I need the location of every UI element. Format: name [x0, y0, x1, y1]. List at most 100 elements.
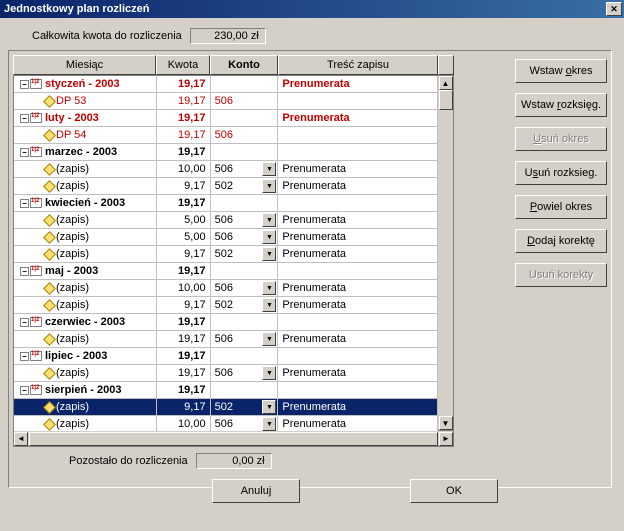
amount-cell[interactable]: 19,17	[157, 365, 211, 382]
group-row[interactable]: − styczeń - 200319,17 Prenumerata	[14, 76, 438, 93]
desc-cell[interactable]: Prenumerata	[278, 110, 438, 127]
month-cell[interactable]: (zapis)	[14, 365, 157, 382]
account-cell[interactable]: 506▼	[211, 365, 279, 382]
month-cell[interactable]: − czerwiec - 2003	[14, 314, 157, 331]
entry-row[interactable]: (zapis)9,17502▼Prenumerata	[14, 297, 438, 314]
horizontal-scrollbar[interactable]: ◄ ►	[13, 431, 454, 447]
amount-cell[interactable]: 19,17	[157, 382, 211, 399]
close-icon[interactable]: ✕	[606, 2, 622, 16]
group-row[interactable]: − lipiec - 200319,17	[14, 348, 438, 365]
desc-cell[interactable]: Prenumerata	[278, 416, 438, 431]
scroll-thumb[interactable]	[439, 90, 453, 110]
header-amount[interactable]: Kwota	[156, 55, 210, 75]
desc-cell[interactable]: Prenumerata	[278, 399, 438, 416]
header-account[interactable]: Konto	[210, 55, 278, 75]
amount-cell[interactable]: 19,17	[157, 314, 211, 331]
amount-cell[interactable]: 10,00	[157, 280, 211, 297]
amount-cell[interactable]: 19,17	[157, 348, 211, 365]
account-cell[interactable]	[211, 263, 279, 280]
entry-row[interactable]: (zapis)9,17502▼Prenumerata	[14, 246, 438, 263]
account-cell[interactable]	[211, 348, 279, 365]
dropdown-icon[interactable]: ▼	[262, 213, 276, 227]
month-cell[interactable]: (zapis)	[14, 399, 157, 416]
amount-cell[interactable]: 10,00	[157, 416, 211, 431]
add-correction-button[interactable]: Dodaj korektę	[515, 229, 607, 253]
month-cell[interactable]: (zapis)	[14, 280, 157, 297]
group-row[interactable]: − sierpień - 200319,17	[14, 382, 438, 399]
entry-row[interactable]: (zapis)10,00506▼Prenumerata	[14, 416, 438, 431]
dropdown-icon[interactable]: ▼	[262, 230, 276, 244]
desc-cell[interactable]: Prenumerata	[278, 365, 438, 382]
month-cell[interactable]: − luty - 2003	[14, 110, 157, 127]
account-cell[interactable]	[211, 314, 279, 331]
entry-row[interactable]: (zapis)9,17502▼Prenumerata	[14, 399, 438, 416]
account-cell[interactable]	[211, 382, 279, 399]
desc-cell[interactable]	[278, 314, 438, 331]
account-cell[interactable]: 506	[211, 93, 279, 110]
amount-cell[interactable]: 10,00	[157, 161, 211, 178]
month-cell[interactable]: − maj - 2003	[14, 263, 157, 280]
month-cell[interactable]: (zapis)	[14, 178, 157, 195]
group-row[interactable]: − marzec - 200319,17	[14, 144, 438, 161]
month-cell[interactable]: − styczeń - 2003	[14, 76, 157, 93]
amount-cell[interactable]: 9,17	[157, 246, 211, 263]
entry-row[interactable]: (zapis)19,17506▼Prenumerata	[14, 365, 438, 382]
collapse-icon[interactable]: −	[20, 114, 29, 123]
amount-cell[interactable]: 19,17	[157, 144, 211, 161]
dropdown-icon[interactable]: ▼	[262, 298, 276, 312]
group-row[interactable]: − maj - 200319,17	[14, 263, 438, 280]
month-cell[interactable]: (zapis)	[14, 331, 157, 348]
month-cell[interactable]: (zapis)	[14, 297, 157, 314]
ok-button[interactable]: OK	[410, 479, 498, 503]
dropdown-icon[interactable]: ▼	[262, 417, 276, 431]
month-cell[interactable]: − sierpień - 2003	[14, 382, 157, 399]
grid-body[interactable]: − styczeń - 200319,17Prenumerata DP 5319…	[13, 75, 438, 431]
desc-cell[interactable]	[278, 195, 438, 212]
dropdown-icon[interactable]: ▼	[262, 179, 276, 193]
scroll-left-icon[interactable]: ◄	[14, 432, 28, 446]
amount-cell[interactable]: 19,17	[157, 93, 211, 110]
amount-cell[interactable]: 19,17	[157, 110, 211, 127]
desc-cell[interactable]	[278, 348, 438, 365]
month-cell[interactable]: − kwiecień - 2003	[14, 195, 157, 212]
amount-cell[interactable]: 5,00	[157, 229, 211, 246]
collapse-icon[interactable]: −	[20, 318, 29, 327]
month-cell[interactable]: (zapis)	[14, 229, 157, 246]
desc-cell[interactable]	[278, 263, 438, 280]
desc-cell[interactable]: Prenumerata	[278, 229, 438, 246]
account-cell[interactable]: 506▼	[211, 161, 279, 178]
account-cell[interactable]: 506▼	[211, 229, 279, 246]
dropdown-icon[interactable]: ▼	[262, 247, 276, 261]
dropdown-icon[interactable]: ▼	[262, 162, 276, 176]
dropdown-icon[interactable]: ▼	[262, 366, 276, 380]
amount-cell[interactable]: 9,17	[157, 399, 211, 416]
collapse-icon[interactable]: −	[20, 148, 29, 157]
delete-corrections-button[interactable]: Usuń korekty	[515, 263, 607, 287]
amount-cell[interactable]: 19,17	[157, 331, 211, 348]
amount-cell[interactable]: 19,17	[157, 76, 211, 93]
account-cell[interactable]: 502▼	[211, 246, 279, 263]
vertical-scrollbar[interactable]: ▲ ▼	[438, 75, 454, 431]
account-cell[interactable]	[211, 144, 279, 161]
account-cell[interactable]: 506	[211, 127, 279, 144]
month-cell[interactable]: (zapis)	[14, 161, 157, 178]
entry-row[interactable]: DP 5419,17506	[14, 127, 438, 144]
desc-cell[interactable]	[278, 93, 438, 110]
dropdown-icon[interactable]: ▼	[262, 400, 276, 414]
desc-cell[interactable]: Prenumerata	[278, 178, 438, 195]
collapse-icon[interactable]: −	[20, 267, 29, 276]
amount-cell[interactable]: 9,17	[157, 178, 211, 195]
delete-period-button[interactable]: Usuń okres	[515, 127, 607, 151]
desc-cell[interactable]	[278, 144, 438, 161]
desc-cell[interactable]: Prenumerata	[278, 76, 438, 93]
collapse-icon[interactable]: −	[20, 386, 29, 395]
scroll-up-icon[interactable]: ▲	[439, 76, 453, 90]
dropdown-icon[interactable]: ▼	[262, 332, 276, 346]
amount-cell[interactable]: 19,17	[157, 195, 211, 212]
desc-cell[interactable]: Prenumerata	[278, 331, 438, 348]
group-row[interactable]: − kwiecień - 200319,17	[14, 195, 438, 212]
account-cell[interactable]: 506▼	[211, 416, 279, 431]
month-cell[interactable]: − lipiec - 2003	[14, 348, 157, 365]
account-cell[interactable]: 506▼	[211, 212, 279, 229]
account-cell[interactable]	[211, 76, 279, 93]
